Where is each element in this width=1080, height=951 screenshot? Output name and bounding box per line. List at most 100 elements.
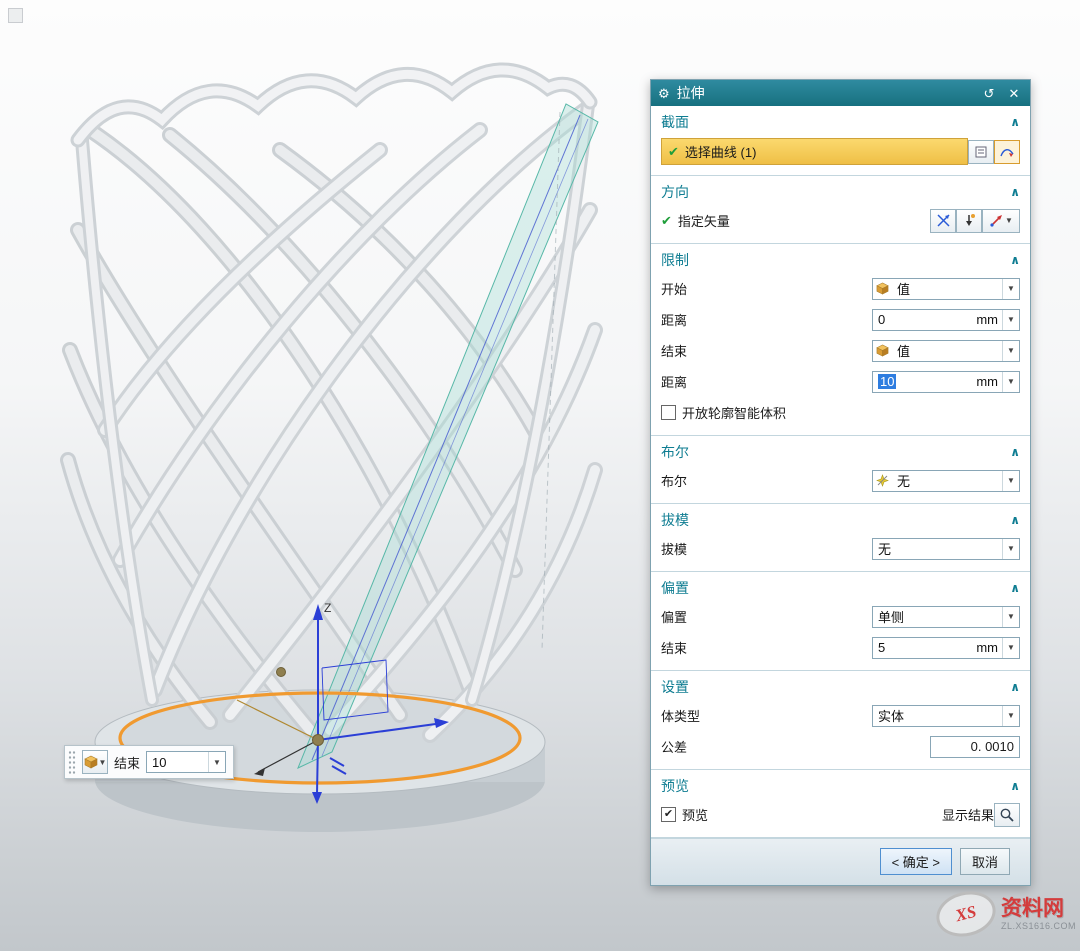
chevron-up-icon[interactable]: ∧ xyxy=(1010,513,1020,527)
boolean-group-title: 布尔 xyxy=(661,442,689,462)
gear-icon: ⚙ xyxy=(658,87,670,100)
extrude-dialog: ⚙ 拉伸 ↺ ✕ 截面 ∧ ✔ 选择曲线 (1) xyxy=(650,79,1031,886)
dialog-footer: < 确定 > 取消 xyxy=(651,838,1030,885)
chevron-up-icon[interactable]: ∧ xyxy=(1010,680,1020,694)
magnifier-icon xyxy=(999,807,1015,823)
section-group-header[interactable]: 截面 ∧ xyxy=(651,106,1030,135)
open-profile-checkbox[interactable] xyxy=(661,405,676,420)
offset-type-value: 单侧 xyxy=(873,607,1002,626)
direction-group: 方向 ∧ ✔ 指定矢量 xyxy=(651,176,1030,244)
dialog-title: 拉伸 xyxy=(677,83,705,103)
curve-select-tool-button[interactable] xyxy=(994,140,1020,164)
start-distance-field[interactable]: 0 mm ▼ xyxy=(872,309,1020,331)
z-axis-label: Z xyxy=(324,601,331,615)
boolean-dropdown[interactable]: 无 ▼ xyxy=(872,470,1020,492)
preview-checkbox[interactable]: ✔ xyxy=(661,807,676,822)
cancel-button[interactable]: 取消 xyxy=(960,848,1010,875)
show-result-button[interactable] xyxy=(994,803,1020,827)
selection-list-button[interactable] xyxy=(968,140,994,164)
dropdown-caret-icon: ▼ xyxy=(1002,341,1019,361)
end-distance-unit: mm xyxy=(976,374,1002,389)
show-result-label: 显示结果 xyxy=(942,805,994,824)
offset-group-title: 偏置 xyxy=(661,578,689,598)
draft-group-header[interactable]: 拔模 ∧ xyxy=(651,504,1030,533)
boolean-group: 布尔 ∧ 布尔 无 ▼ xyxy=(651,436,1030,504)
onscreen-input-toolbar: ▼ 结束 10 ▼ xyxy=(64,745,234,779)
limits-group: 限制 ∧ 开始 值 ▼ 距离 0 mm ▼ xyxy=(651,244,1030,436)
draft-group-title: 拔模 xyxy=(661,510,689,530)
ok-button[interactable]: < 确定 > xyxy=(880,848,952,875)
cube-icon xyxy=(876,282,889,295)
end-distance-field[interactable]: 10 mm ▼ xyxy=(872,371,1020,393)
dialog-titlebar[interactable]: ⚙ 拉伸 ↺ ✕ xyxy=(651,80,1030,106)
curve-tool-icon xyxy=(999,144,1015,160)
offset-end-value: 5 xyxy=(873,640,976,655)
specify-vector-label: 指定矢量 xyxy=(678,211,730,230)
boolean-label: 布尔 xyxy=(661,471,687,490)
boolean-group-header[interactable]: 布尔 ∧ xyxy=(651,436,1030,465)
settings-group-header[interactable]: 设置 ∧ xyxy=(651,671,1030,700)
start-label: 开始 xyxy=(661,279,687,298)
dropdown-caret-icon: ▼ xyxy=(1002,310,1019,330)
body-type-value: 实体 xyxy=(873,706,1002,725)
offset-group: 偏置 ∧ 偏置 单侧 ▼ 结束 5 mm ▼ xyxy=(651,572,1030,671)
draft-value: 无 xyxy=(873,539,1002,558)
chevron-up-icon[interactable]: ∧ xyxy=(1010,779,1020,793)
watermark-url: ZL.XS1616.COM xyxy=(1001,921,1076,931)
chevron-up-icon[interactable]: ∧ xyxy=(1010,445,1020,459)
close-icon[interactable]: ✕ xyxy=(1005,87,1023,100)
limits-group-title: 限制 xyxy=(661,250,689,270)
reset-icon[interactable]: ↺ xyxy=(980,87,998,100)
down-arrow-icon xyxy=(962,213,976,228)
section-group: 截面 ∧ ✔ 选择曲线 (1) xyxy=(651,106,1030,176)
limits-group-header[interactable]: 限制 ∧ xyxy=(651,244,1030,273)
two-point-vector-button[interactable] xyxy=(930,209,956,233)
start-distance-unit: mm xyxy=(976,312,1002,327)
graphics-viewport[interactable]: Z xyxy=(0,0,660,951)
check-icon: ✔ xyxy=(668,144,679,160)
preview-group-title: 预览 xyxy=(661,776,689,796)
lattice-basket[interactable] xyxy=(68,70,595,735)
offset-end-label: 结束 xyxy=(661,638,687,657)
preview-group: 预览 ∧ ✔ 预览 显示结果 xyxy=(651,770,1030,838)
offset-group-header[interactable]: 偏置 ∧ xyxy=(651,572,1030,601)
crossed-arrows-icon xyxy=(936,213,951,228)
settings-group: 设置 ∧ 体类型 实体 ▼ 公差 0. 0010 xyxy=(651,671,1030,770)
cube-icon xyxy=(84,755,98,769)
chevron-up-icon[interactable]: ∧ xyxy=(1010,581,1020,595)
select-curve-field[interactable]: ✔ 选择曲线 (1) xyxy=(661,138,968,165)
direction-group-header[interactable]: 方向 ∧ xyxy=(651,176,1030,205)
start-type-value: 值 xyxy=(892,279,1002,298)
preview-group-header[interactable]: 预览 ∧ xyxy=(651,770,1030,799)
end-type-dropdown[interactable]: 值 ▼ xyxy=(872,340,1020,362)
preview-label: 预览 xyxy=(682,805,708,824)
start-distance-value: 0 xyxy=(873,312,976,327)
offset-end-field[interactable]: 5 mm ▼ xyxy=(872,637,1020,659)
dropdown-caret-icon: ▼ xyxy=(1002,607,1019,627)
start-type-dropdown[interactable]: 值 ▼ xyxy=(872,278,1020,300)
chevron-up-icon[interactable]: ∧ xyxy=(1010,115,1020,129)
draft-label: 拔模 xyxy=(661,539,687,558)
inferred-vector-button[interactable] xyxy=(956,209,982,233)
end-distance-label: 距离 xyxy=(661,372,687,391)
extrude-option-button[interactable]: ▼ xyxy=(82,750,108,774)
chevron-up-icon[interactable]: ∧ xyxy=(1010,185,1020,199)
vector-dialog-button[interactable]: ▼ xyxy=(982,209,1020,233)
tolerance-field[interactable]: 0. 0010 xyxy=(930,736,1020,758)
offset-label: 偏置 xyxy=(661,607,687,626)
dropdown-caret-icon: ▼ xyxy=(1002,539,1019,559)
body-type-dropdown[interactable]: 实体 ▼ xyxy=(872,705,1020,727)
boolean-none-icon xyxy=(876,474,889,487)
draft-dropdown[interactable]: 无 ▼ xyxy=(872,538,1020,560)
body-type-label: 体类型 xyxy=(661,706,700,725)
section-group-title: 截面 xyxy=(661,112,689,132)
offset-type-dropdown[interactable]: 单侧 ▼ xyxy=(872,606,1020,628)
watermark-brand: 资料网 xyxy=(1001,897,1076,921)
mini-end-distance-combo[interactable]: 10 ▼ xyxy=(146,751,226,773)
settings-group-title: 设置 xyxy=(661,677,689,697)
end-label: 结束 xyxy=(661,341,687,360)
dropdown-caret-icon: ▼ xyxy=(1002,372,1019,392)
drag-handle-icon[interactable] xyxy=(68,750,76,774)
chevron-up-icon[interactable]: ∧ xyxy=(1010,253,1020,267)
tolerance-label: 公差 xyxy=(661,737,687,756)
